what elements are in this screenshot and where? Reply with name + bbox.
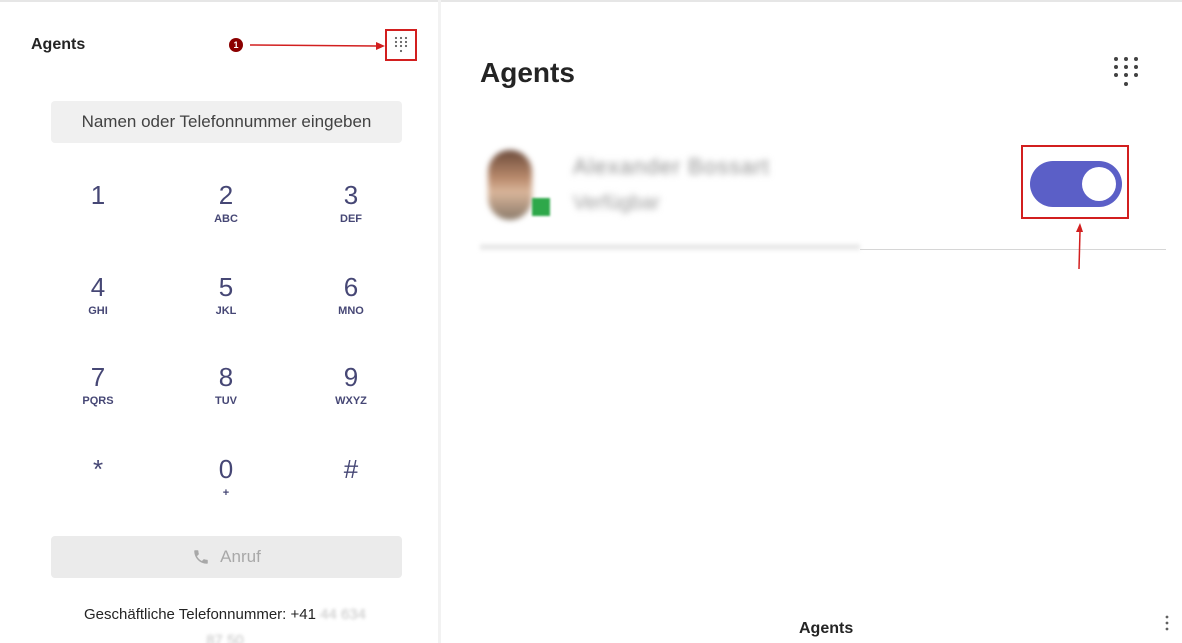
key-letters: MNO	[338, 305, 364, 317]
business-number-label: Geschäftliche Telefonnummer: +41	[84, 606, 316, 623]
key-digit: 6	[343, 272, 359, 302]
key-7[interactable]: 7 PQRS	[53, 362, 143, 442]
key-letters: JKL	[215, 305, 237, 317]
avatar	[488, 150, 532, 220]
agent-status: Verfügbar	[573, 192, 660, 214]
more-vertical-icon[interactable]	[1164, 614, 1170, 632]
key-9[interactable]: 9 WXYZ	[306, 362, 396, 442]
footer-title: Agents	[799, 620, 854, 637]
key-digit: 4	[90, 272, 106, 302]
key-letters: ABC	[214, 213, 238, 225]
step-badge: 1	[229, 38, 243, 52]
dialpad-icon[interactable]	[1113, 55, 1139, 91]
key-digit: 1	[90, 180, 106, 210]
key-letters: DEF	[340, 213, 362, 225]
key-5[interactable]: 5 JKL	[181, 272, 271, 352]
agent-availability-toggle[interactable]	[1030, 161, 1122, 207]
business-number-blurred-part: 87 50	[206, 632, 244, 643]
business-number-blurred-part: 44 634	[320, 606, 366, 623]
divider	[860, 249, 1166, 250]
annotation-arrow-icon	[1076, 223, 1083, 270]
panel-title: Agents	[31, 36, 86, 53]
key-digit: 5	[218, 272, 234, 302]
key-digit: #	[343, 454, 359, 484]
key-8[interactable]: 8 TUV	[181, 362, 271, 442]
key-letters: PQRS	[82, 395, 114, 407]
call-button-label: Anruf	[220, 547, 261, 566]
key-digit: 8	[218, 362, 234, 392]
key-1[interactable]: 1	[53, 180, 143, 260]
key-2[interactable]: 2 ABC	[181, 180, 271, 260]
key-digit: 3	[343, 180, 359, 210]
key-letters: +	[222, 487, 230, 499]
presence-available-icon	[532, 198, 550, 216]
key-hash[interactable]: #	[306, 454, 396, 534]
key-letters: WXYZ	[335, 395, 367, 407]
key-digit: 7	[90, 362, 106, 392]
business-number: Geschäftliche Telefonnummer: +41 44 634 …	[20, 602, 430, 643]
dialpad-icon	[394, 36, 408, 53]
key-star[interactable]: *	[53, 454, 143, 534]
key-3[interactable]: 3 DEF	[306, 180, 396, 260]
agents-panel: Agents Alexander Bossart Verfügbar Agent…	[441, 0, 1182, 643]
dialpad-panel: Agents 1 1 2 ABC 3 DEF 4	[0, 0, 438, 643]
key-digit: 2	[218, 180, 234, 210]
toggle-knob	[1082, 167, 1116, 201]
key-4[interactable]: 4 GHI	[53, 272, 143, 352]
phone-icon	[194, 550, 208, 564]
phone-number-input[interactable]	[51, 101, 402, 143]
key-0[interactable]: 0 +	[181, 454, 271, 534]
key-digit: 9	[343, 362, 359, 392]
key-letters: TUV	[215, 395, 237, 407]
page-title: Agents	[480, 57, 575, 88]
key-digit: 0	[218, 454, 234, 484]
call-button[interactable]: Anruf	[51, 536, 402, 578]
dialpad-toggle-button[interactable]	[385, 29, 417, 61]
agent-name: Alexander Bossart	[573, 154, 770, 179]
key-6[interactable]: 6 MNO	[306, 272, 396, 352]
key-digit: *	[92, 454, 104, 484]
key-letters: GHI	[88, 305, 108, 317]
annotation-arrow-icon	[250, 42, 385, 50]
row-underline	[480, 244, 860, 250]
